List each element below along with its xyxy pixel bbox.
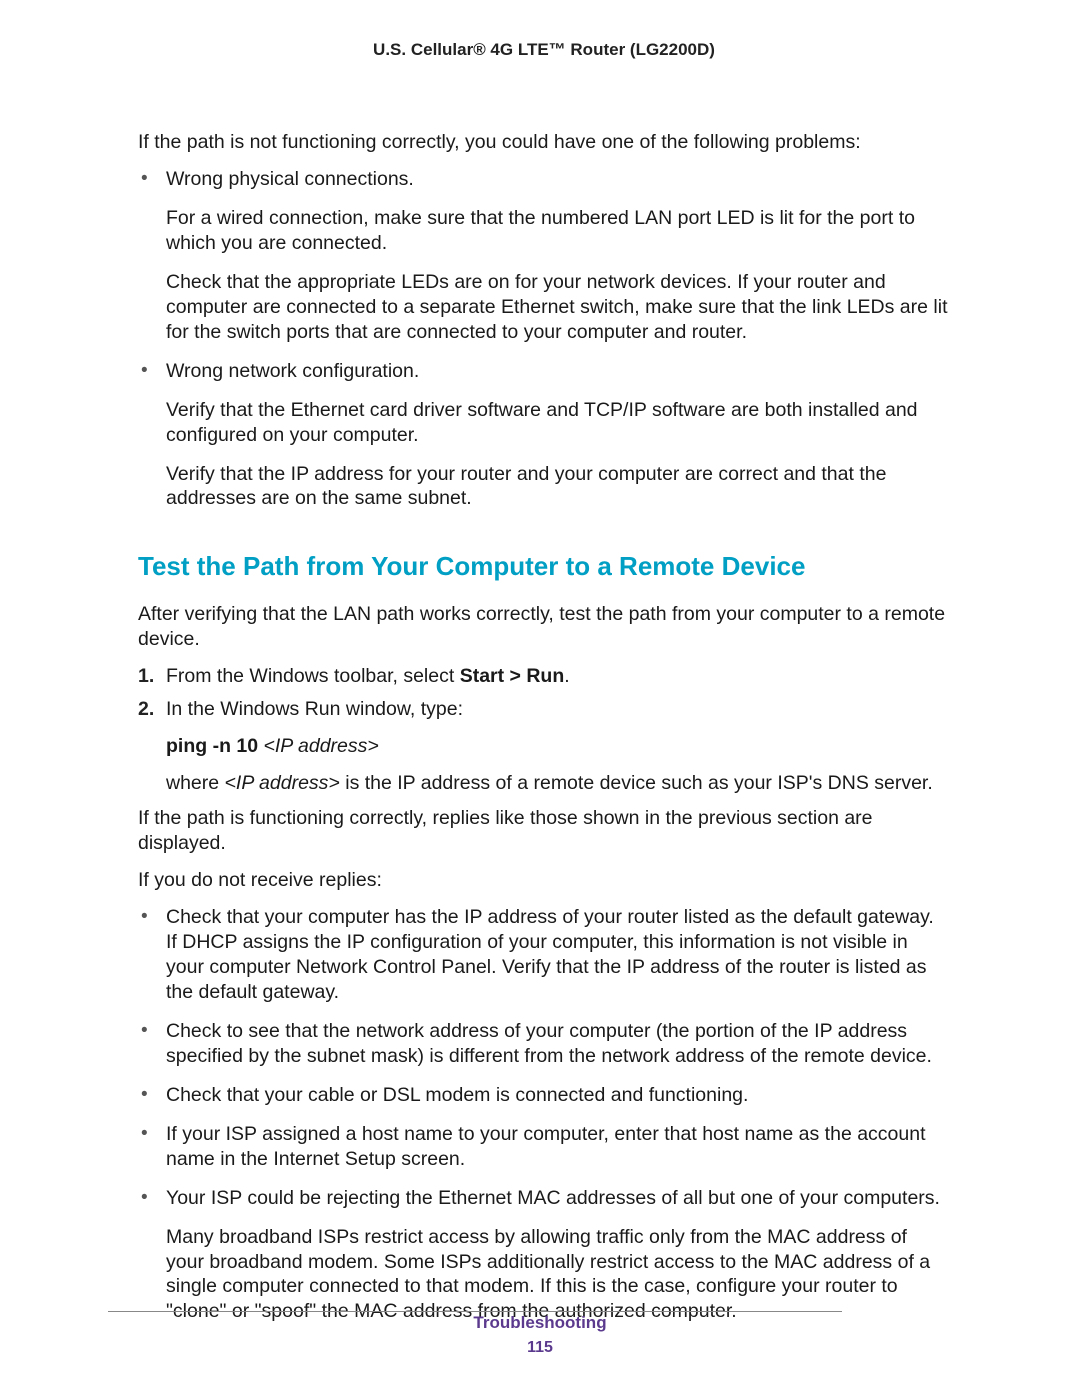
ping-command: ping -n 10 <IP address> xyxy=(166,734,950,759)
after-steps-paragraph: If the path is functioning correctly, re… xyxy=(138,806,950,856)
list-item-paragraph: Check that the appropriate LEDs are on f… xyxy=(166,270,950,345)
list-item-text: Check that your cable or DSL modem is co… xyxy=(166,1084,748,1106)
where-suffix: is the IP address of a remote device suc… xyxy=(340,772,933,794)
step-item: From the Windows toolbar, select Start >… xyxy=(138,664,950,689)
list-item-text: If your ISP assigned a host name to your… xyxy=(166,1123,926,1170)
step-item: In the Windows Run window, type: ping -n… xyxy=(138,697,950,796)
problem-list: Wrong physical connections. For a wired … xyxy=(138,167,950,511)
section-intro: After verifying that the LAN path works … xyxy=(138,602,950,652)
list-item-text: Check to see that the network address of… xyxy=(166,1020,932,1067)
list-item: Your ISP could be rejecting the Ethernet… xyxy=(138,1186,950,1325)
list-item: Check that your cable or DSL modem is co… xyxy=(138,1083,950,1108)
where-prefix: where xyxy=(166,772,225,794)
document-header-title: U.S. Cellular® 4G LTE™ Router (LG2200D) xyxy=(138,40,950,60)
footer-section-name: Troubleshooting xyxy=(0,1313,1080,1333)
list-item-paragraph: Many broadband ISPs restrict access by a… xyxy=(166,1225,950,1325)
list-item-text: Check that your computer has the IP addr… xyxy=(166,906,934,1003)
where-italic: <IP address> xyxy=(225,772,340,794)
list-item-paragraph: Verify that the Ethernet card driver sof… xyxy=(166,398,950,448)
document-page: U.S. Cellular® 4G LTE™ Router (LG2200D) … xyxy=(0,0,1080,1397)
ping-italic: <IP address> xyxy=(264,735,379,757)
step-text: In the Windows Run window, type: xyxy=(166,698,463,720)
checks-list: Check that your computer has the IP addr… xyxy=(138,905,950,1324)
list-item: If your ISP assigned a host name to your… xyxy=(138,1122,950,1172)
list-item-paragraph: For a wired connection, make sure that t… xyxy=(166,206,950,256)
step-text: . xyxy=(564,665,569,687)
after-steps-paragraph: If you do not receive replies: xyxy=(138,868,950,893)
page-footer: Troubleshooting 115 xyxy=(0,1313,1080,1357)
footer-page-number: 115 xyxy=(0,1339,1080,1357)
list-item: Check that your computer has the IP addr… xyxy=(138,905,950,1005)
list-item-title: Wrong network configuration. xyxy=(166,360,419,382)
ping-where: where <IP address> is the IP address of … xyxy=(166,771,950,796)
list-item-title: Wrong physical connections. xyxy=(166,168,414,190)
section-heading: Test the Path from Your Computer to a Re… xyxy=(138,551,950,582)
list-item: Check to see that the network address of… xyxy=(138,1019,950,1069)
footer-rule xyxy=(108,1311,842,1312)
numbered-steps: From the Windows toolbar, select Start >… xyxy=(138,664,950,796)
ping-bold: ping -n 10 xyxy=(166,735,264,757)
list-item: Wrong network configuration. Verify that… xyxy=(138,359,950,512)
intro-paragraph: If the path is not functioning correctly… xyxy=(138,130,950,155)
step-text: From the Windows toolbar, select xyxy=(166,665,460,687)
list-item: Wrong physical connections. For a wired … xyxy=(138,167,950,345)
step-bold: Start > Run xyxy=(460,665,565,687)
list-item-title: Your ISP could be rejecting the Ethernet… xyxy=(166,1187,940,1209)
list-item-paragraph: Verify that the IP address for your rout… xyxy=(166,462,950,512)
